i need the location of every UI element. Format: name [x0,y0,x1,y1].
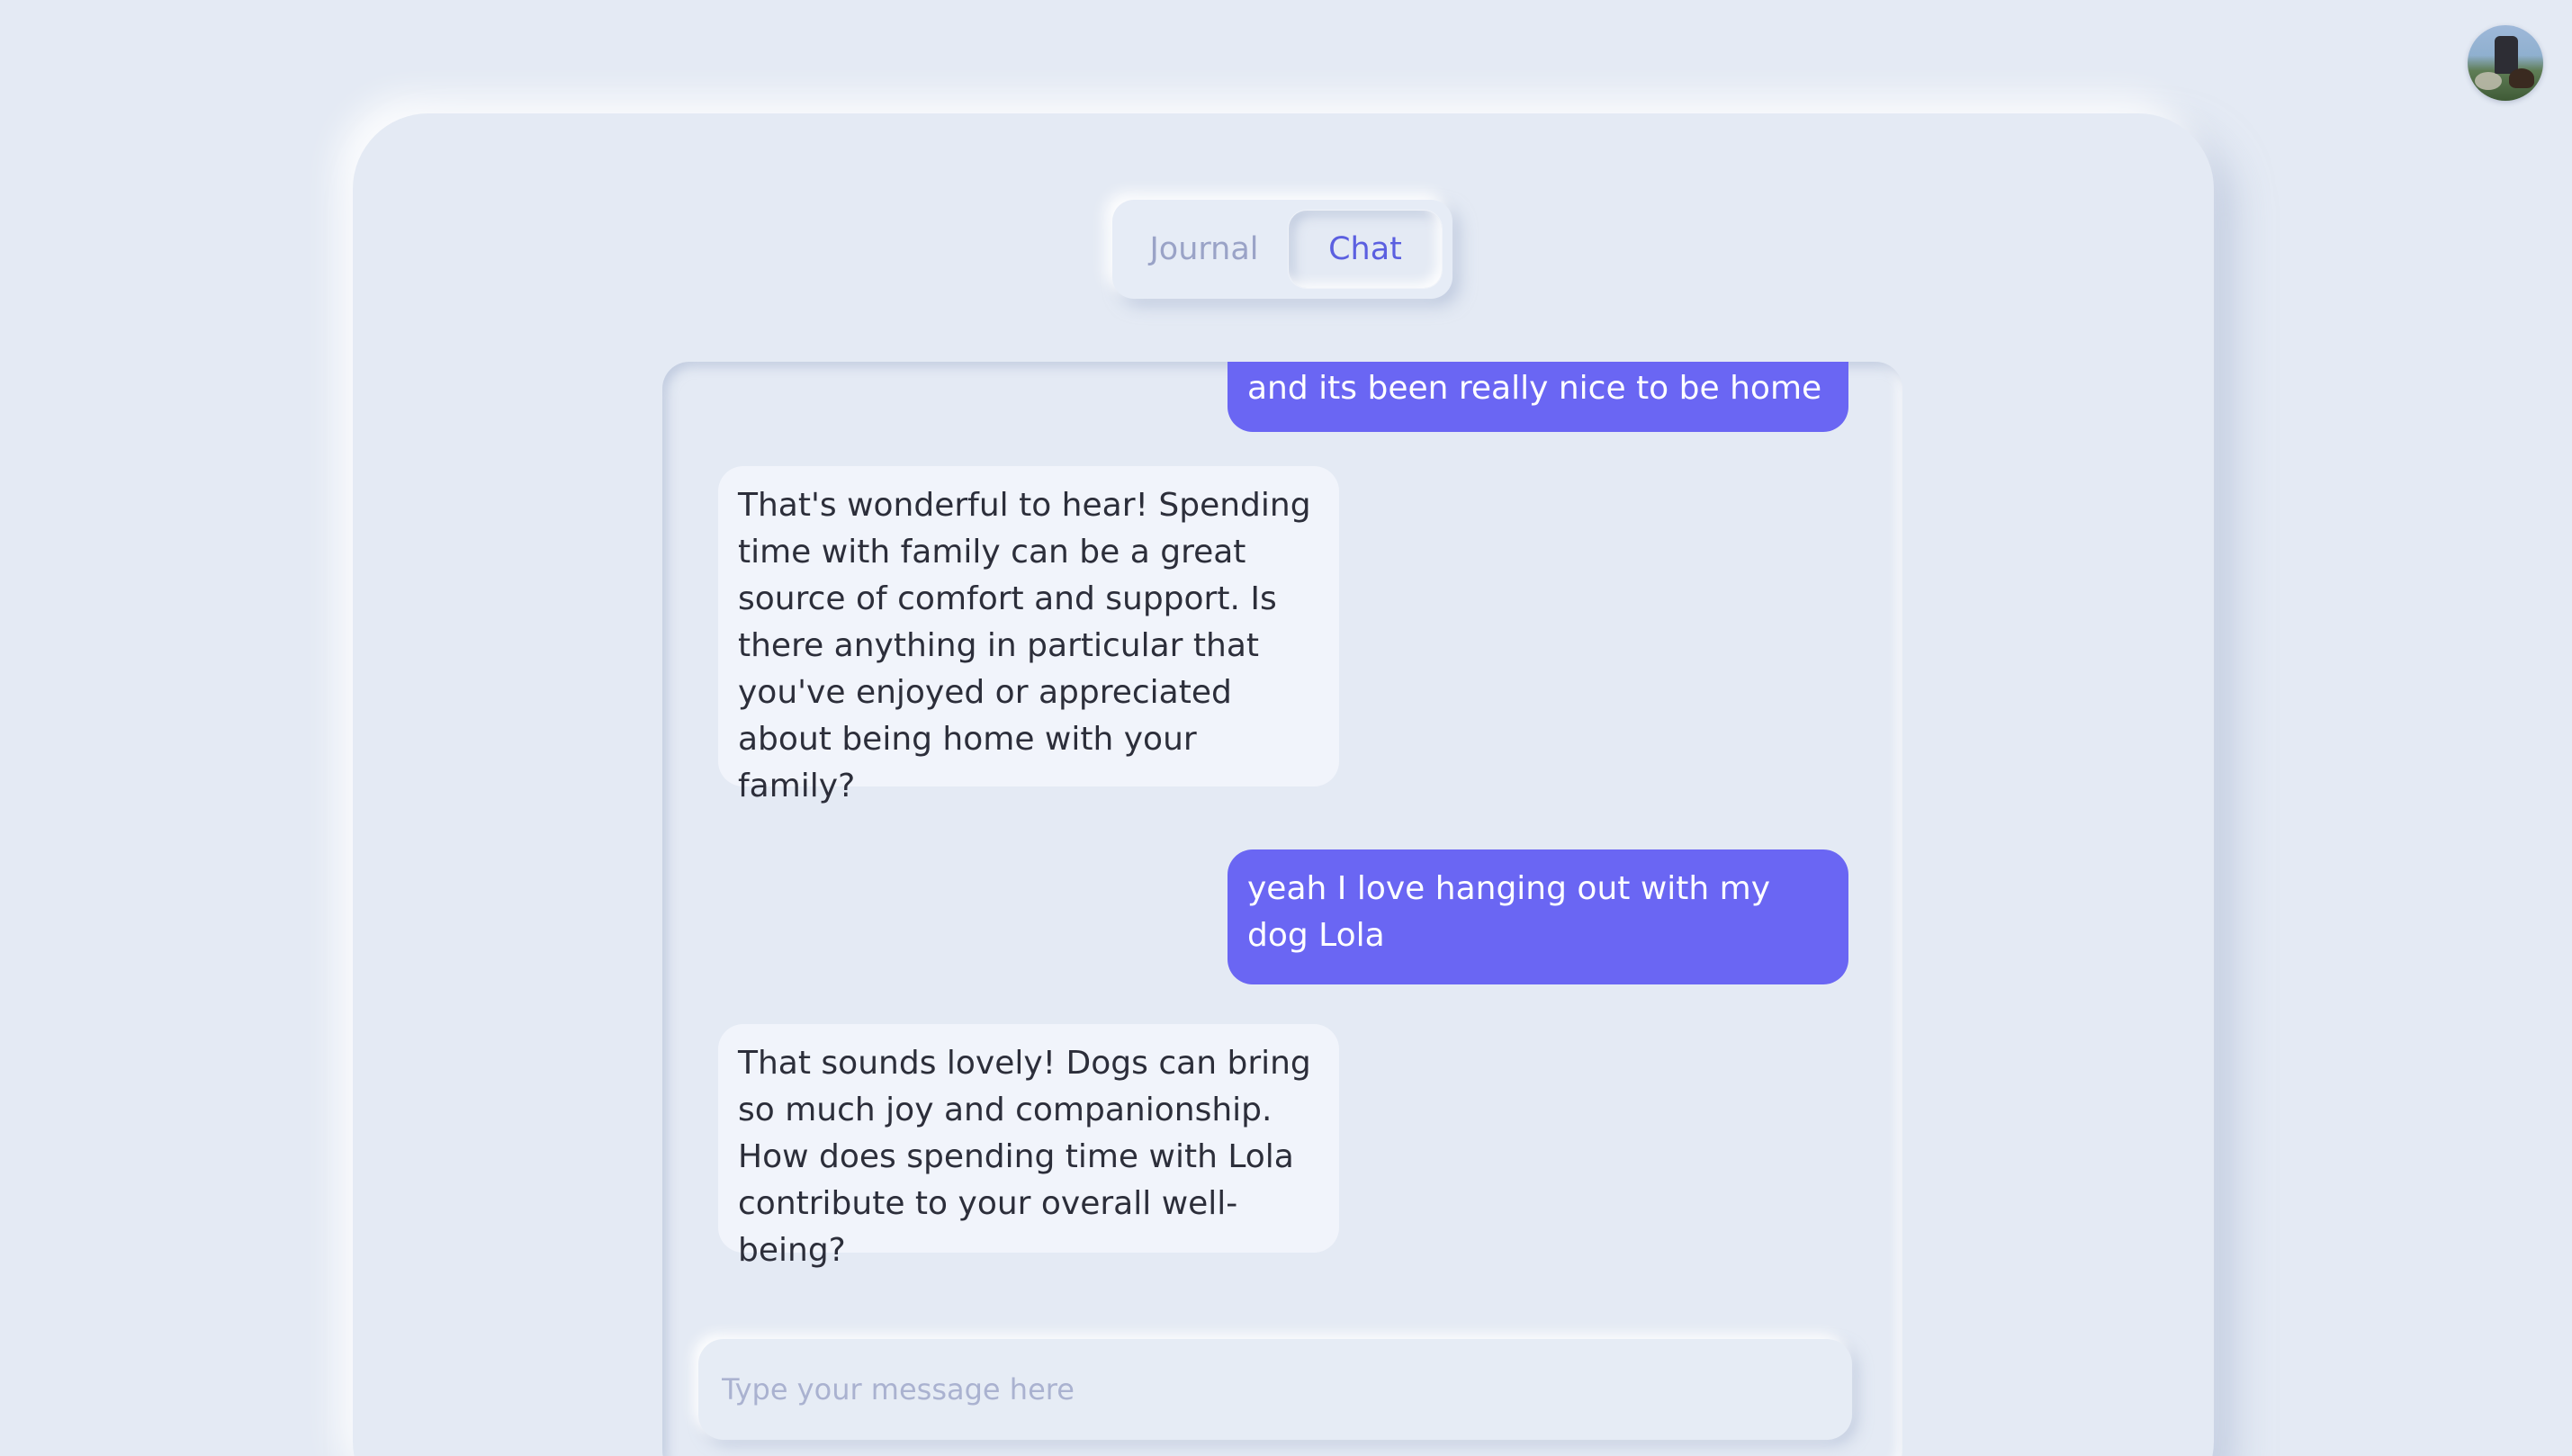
mode-toggle: Journal Chat [1112,200,1452,299]
avatar-photo-figure [2495,36,2518,74]
avatar-photo-dog [2509,68,2534,88]
avatar[interactable] [2468,25,2543,101]
message-input[interactable] [698,1339,1852,1440]
assistant-message: That's wonderful to hear! Spending time … [718,466,1339,804]
message-list: and its been really nice to be home That… [662,362,1902,1456]
message-input-container [698,1339,1852,1440]
user-message: yeah I love hanging out with my dog Lola [1228,849,1848,984]
chat-panel[interactable]: and its been really nice to be home That… [662,362,1902,1456]
app-page: Journal Chat and its been really nice to… [0,0,2572,1456]
tab-journal[interactable]: Journal [1123,211,1285,288]
avatar-photo-detail [2475,72,2502,90]
user-message: and its been really nice to be home [1228,362,1848,432]
assistant-message: That sounds lovely! Dogs can bring so mu… [718,1024,1339,1269]
tab-chat[interactable]: Chat [1289,211,1442,288]
